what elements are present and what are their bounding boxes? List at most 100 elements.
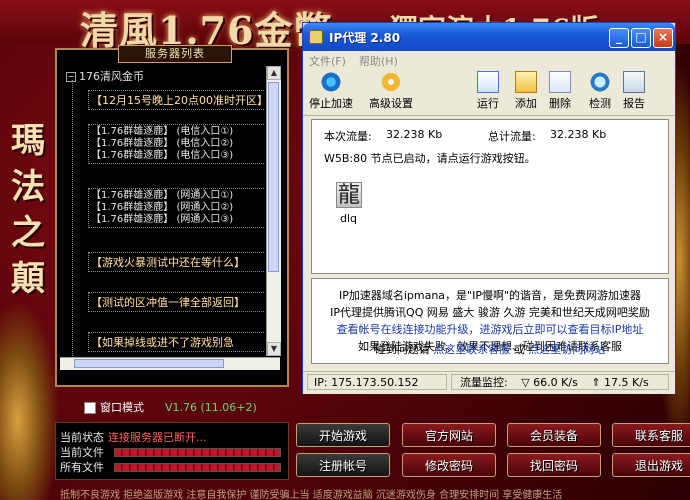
menu-file[interactable]: 文件(F) <box>309 53 346 69</box>
advanced-settings-button[interactable]: 高级设置 <box>369 71 413 111</box>
checkbox-icon[interactable] <box>84 402 96 414</box>
upload-speed: ⇑ 17.5 K/s <box>591 376 649 389</box>
register-button[interactable]: 注册帐号 <box>296 453 390 477</box>
visit-site-link[interactable]: 点这里访问网站 <box>528 343 605 356</box>
total-traffic-value: 32.238 Kb <box>550 128 607 141</box>
server-list-caption: 服务器列表 <box>118 45 232 63</box>
traffic-monitor-label: 流量监控: <box>460 376 508 389</box>
exit-game-button[interactable]: 退出游戏 <box>612 453 690 477</box>
server-list-hscrollbar[interactable] <box>60 357 280 370</box>
window-mode-checkbox[interactable]: 窗口模式 <box>84 399 144 415</box>
tree-group: 【1.76群雄逐鹿】 (网通入口①) 【1.76群雄逐鹿】 (网通入口②) 【1… <box>88 188 265 228</box>
tool-label: 删除 <box>549 97 571 110</box>
detect-button[interactable]: 检测 <box>589 71 611 111</box>
side-slogan-char: 瑪 <box>11 121 45 161</box>
delete-button[interactable]: 删除 <box>549 71 571 111</box>
stop-accelerate-button[interactable]: 停止加速 <box>309 71 353 111</box>
side-slogan-char: 法 <box>11 167 45 207</box>
add-icon <box>515 71 537 93</box>
tree-item[interactable]: 【游戏火暴测试中还在等什么】 <box>88 252 265 272</box>
tree-item[interactable]: 【12月15号晚上20点00准时开区】 <box>88 90 265 110</box>
recover-password-button[interactable]: 找回密码 <box>507 453 601 477</box>
side-slogan: 瑪 法 之 顛 <box>8 118 48 302</box>
status-bar: IP: 175.173.50.152 流量监控: ▽ 66.0 K/s ⇑ 17… <box>303 371 675 394</box>
window-mode-label: 窗口模式 <box>100 401 144 414</box>
current-status-value: 连接服务器已断开... <box>108 431 207 444</box>
contact-service-link[interactable]: 点这里联系客服 <box>433 343 510 356</box>
tree-item[interactable]: 【1.76群雄逐鹿】 (电信入口②) <box>91 138 265 150</box>
dragon-decoration-left <box>0 300 60 500</box>
globe-icon <box>589 71 611 93</box>
tool-label: 停止加速 <box>309 97 353 110</box>
scroll-down-icon[interactable]: ▼ <box>267 342 281 356</box>
scroll-up-icon[interactable]: ▲ <box>267 66 281 80</box>
report-button[interactable]: 报告 <box>623 71 645 111</box>
scroll-thumb[interactable] <box>268 82 279 272</box>
server-tree[interactable]: −176清风金币 【12月15号晚上20点00准时开区】 【1.76群雄逐鹿】 … <box>60 66 265 356</box>
download-speed: ▽ 66.0 K/s <box>521 376 578 389</box>
tool-label: 添加 <box>515 97 537 110</box>
total-traffic-label: 总计流量: <box>488 130 536 143</box>
contact-service-button[interactable]: 联系客服 <box>612 423 690 447</box>
all-files-progress <box>114 463 281 472</box>
dragon-launcher-icon[interactable]: 龍 <box>336 182 362 208</box>
node-status-text: W5B:80 节点已启动，请点运行游戏按钮。 <box>324 152 536 165</box>
add-button[interactable]: 添加 <box>515 71 537 111</box>
version-label: V1.76 (11.06+2) <box>165 401 257 414</box>
minimize-icon[interactable]: _ <box>609 28 629 48</box>
gear-icon <box>380 71 402 93</box>
status-panel: 当前状态 连接服务器已断开... 当前文件 所有文件 <box>55 422 289 480</box>
current-file-progress <box>114 448 281 457</box>
window-icon <box>477 71 499 93</box>
scroll-thumb[interactable] <box>74 359 224 368</box>
server-list-vscrollbar[interactable]: ▲ ▼ <box>266 66 281 356</box>
help-line: 碰到问题请 点这里联系客服 或 点这里访问网站 <box>311 341 669 357</box>
tree-item[interactable]: 【1.76群雄逐鹿】 (网通入口①) <box>91 190 265 202</box>
tree-item[interactable]: 【测试的区冲值一律全部返回】 <box>88 292 265 312</box>
delete-icon <box>549 71 571 93</box>
menu-bar: 文件(F) 帮助(H) <box>303 51 675 69</box>
current-status-label: 当前状态 <box>60 431 104 444</box>
tree-connector <box>72 80 73 356</box>
member-gear-button[interactable]: 会员装备 <box>507 423 601 447</box>
tree-item[interactable]: 【1.76群雄逐鹿】 (网通入口③) <box>91 214 265 226</box>
all-files-label: 所有文件 <box>60 461 104 474</box>
tool-label: 报告 <box>623 97 645 110</box>
tool-label: 高级设置 <box>369 97 413 110</box>
this-traffic-value: 32.238 Kb <box>386 128 443 141</box>
tree-root-label: 176清风金币 <box>79 70 144 83</box>
tool-label: 检测 <box>589 97 611 110</box>
tree-item[interactable]: 【1.76群雄逐鹿】 (电信入口③) <box>91 150 265 162</box>
collapse-icon[interactable]: − <box>66 72 76 82</box>
stop-accelerate-icon <box>320 71 342 93</box>
change-password-button[interactable]: 修改密码 <box>402 453 496 477</box>
menu-help[interactable]: 帮助(H) <box>359 53 398 69</box>
title-bar[interactable]: IP代理 2.80 _ □ × <box>303 23 675 51</box>
maximize-icon[interactable]: □ <box>631 28 651 48</box>
ip-proxy-window: IP代理 2.80 _ □ × 文件(F) 帮助(H) 停止加速 高级设置 运行… <box>302 22 676 394</box>
tree-item[interactable]: 【1.76群雄逐鹿】 (网通入口②) <box>91 202 265 214</box>
status-traffic: 流量监控: ▽ 66.0 K/s ⇑ 17.5 K/s <box>451 374 669 390</box>
tree-item[interactable]: 【1.76群雄逐鹿】 (电信入口①) <box>91 126 265 138</box>
report-icon <box>623 71 645 93</box>
tree-item[interactable]: 【如果掉线或进不了游戏别急 <box>88 332 265 352</box>
dragon-launcher-label[interactable]: dlq <box>340 212 357 225</box>
help-prefix: 碰到问题请 <box>374 343 430 356</box>
tree-group: 【1.76群雄逐鹿】 (电信入口①) 【1.76群雄逐鹿】 (电信入口②) 【1… <box>88 124 265 164</box>
tool-label: 运行 <box>477 97 499 110</box>
official-site-button[interactable]: 官方网站 <box>402 423 496 447</box>
app-icon[interactable] <box>309 30 323 44</box>
start-game-button[interactable]: 开始游戏 <box>296 423 390 447</box>
toolbar: 停止加速 高级设置 运行 添加 删除 检测 报告 <box>303 69 675 116</box>
close-icon[interactable]: × <box>653 28 673 48</box>
help-or: 或 <box>513 343 525 356</box>
run-button[interactable]: 运行 <box>477 71 499 111</box>
side-slogan-char: 顛 <box>11 259 45 299</box>
window-title: IP代理 2.80 <box>329 31 401 45</box>
status-ip: IP: 175.173.50.152 <box>307 374 447 390</box>
tree-root[interactable]: −176清风金币 <box>66 68 144 84</box>
info-line-highlight: 查看帐号在线连接功能升级，进游戏后立即可以查看目标IP地址 <box>336 323 644 336</box>
side-slogan-char: 之 <box>11 213 45 253</box>
traffic-panel: 本次流量: 32.238 Kb 总计流量: 32.238 Kb W5B:80 节… <box>311 119 669 274</box>
info-line: IP代理提供腾讯QQ 网易 盛大 骏游 久游 完美和世纪天成网吧奖励 <box>330 306 650 319</box>
